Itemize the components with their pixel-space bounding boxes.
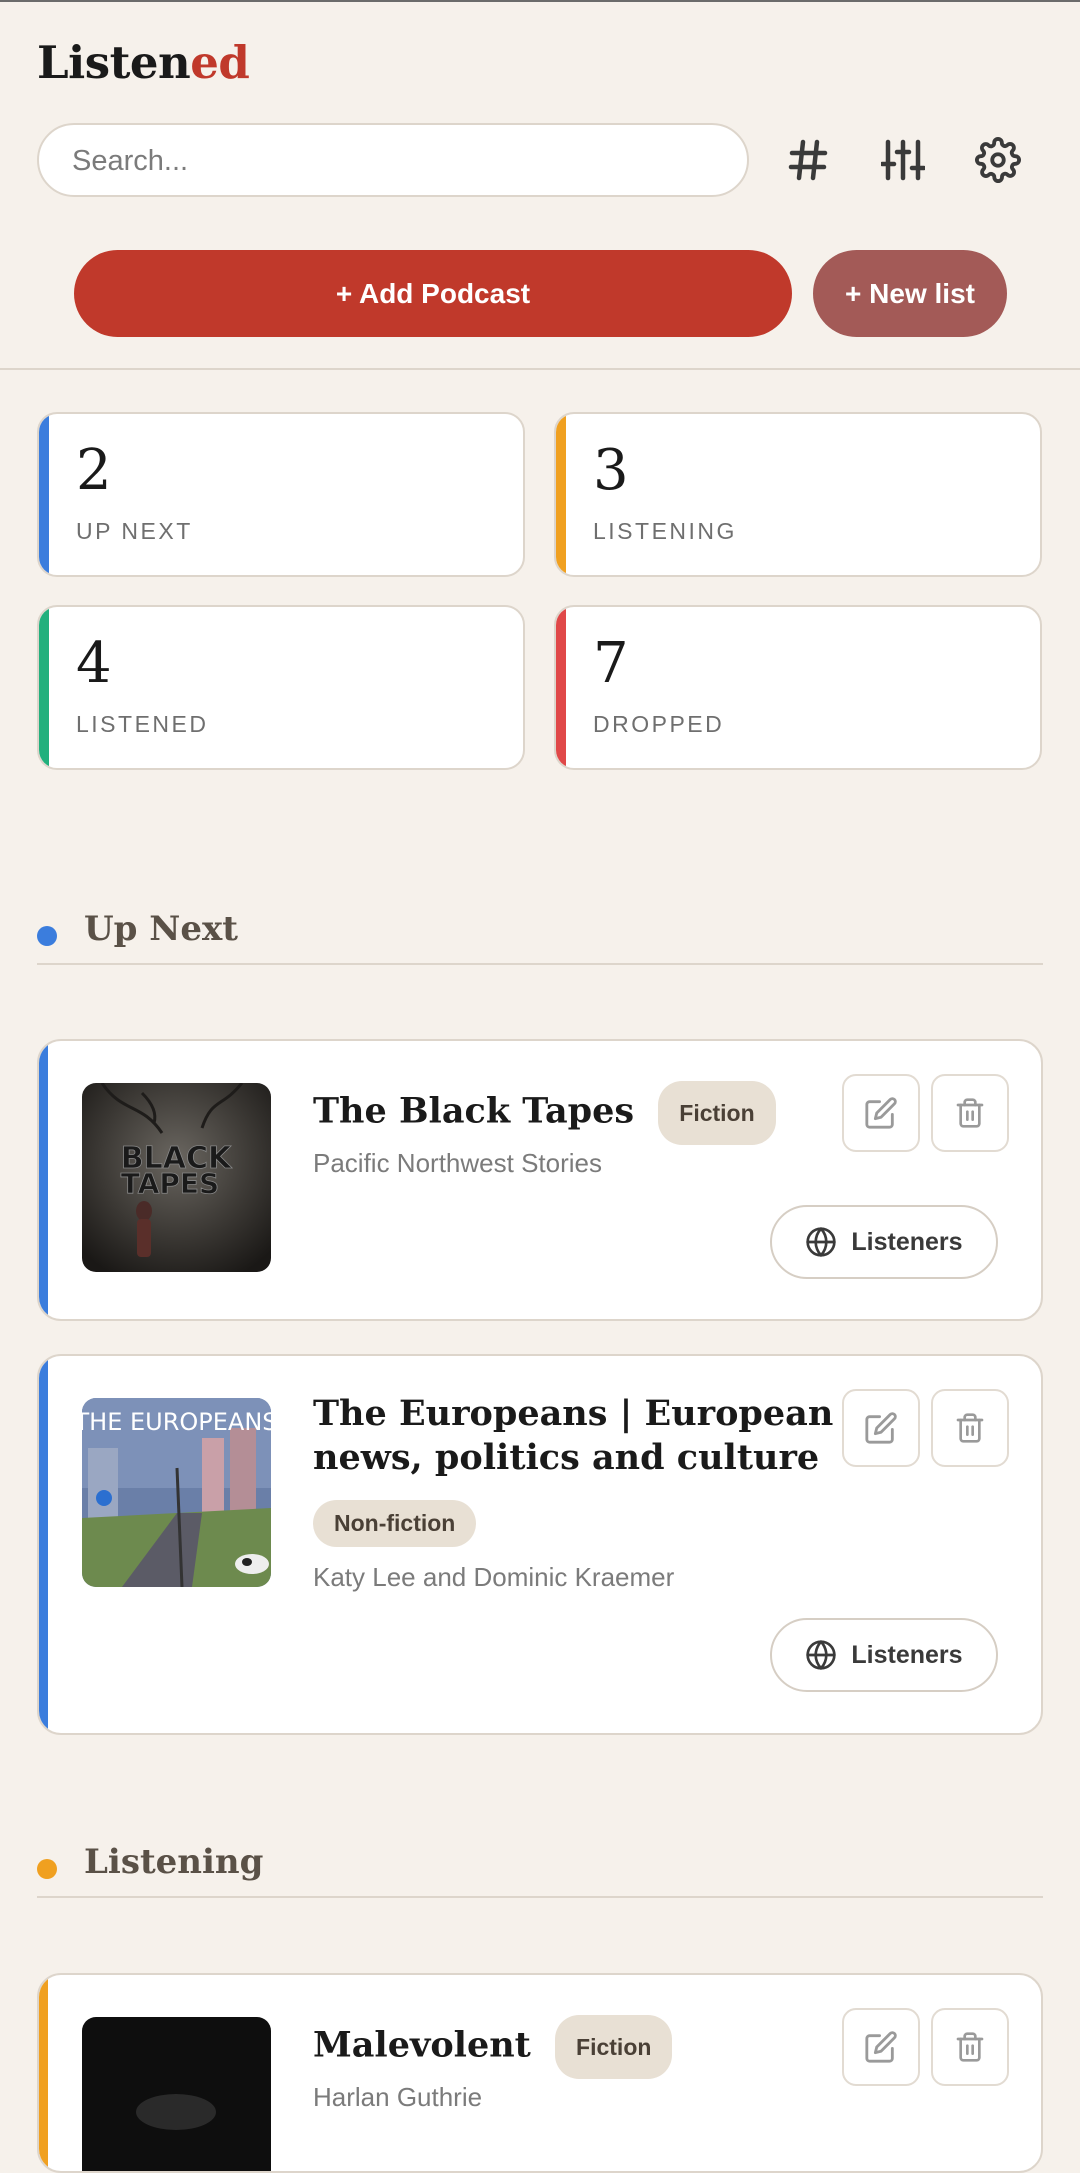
- section-header-up-next: Up Next: [37, 903, 1043, 965]
- section-title: Listening: [84, 1842, 264, 1882]
- listeners-button[interactable]: Listeners: [770, 1205, 998, 1279]
- search-input[interactable]: [70, 125, 734, 197]
- filter-button[interactable]: [873, 130, 933, 190]
- delete-button[interactable]: [931, 1389, 1009, 1467]
- stat-accent-bar: [556, 607, 566, 768]
- stat-card-dropped[interactable]: 7 DROPPED: [554, 605, 1042, 770]
- podcast-card[interactable]: THE EUROPEANS The Europeans | European n…: [37, 1354, 1043, 1735]
- podcast-title[interactable]: The Europeans | European news, politics …: [313, 1392, 833, 1480]
- stat-label: DROPPED: [593, 711, 725, 737]
- stat-accent-bar: [39, 414, 49, 575]
- tags-button[interactable]: [778, 130, 838, 190]
- globe-icon: [806, 1227, 837, 1257]
- trash-icon: [956, 1098, 984, 1128]
- tag-row: Non-fiction: [313, 1500, 477, 1547]
- listeners-label: Listeners: [851, 1227, 963, 1256]
- stat-accent-bar: [556, 414, 566, 575]
- edit-icon: [865, 1412, 897, 1444]
- delete-button[interactable]: [931, 2008, 1009, 2086]
- header: Listened + Add Podcast + New list: [0, 0, 1080, 370]
- podcast-author: Pacific Northwest Stories: [313, 1148, 602, 1178]
- edit-icon: [865, 1097, 897, 1129]
- cover-text: TAPES: [121, 1167, 219, 1200]
- edit-icon: [865, 2031, 897, 2063]
- card-accent-bar: [39, 1975, 48, 2171]
- search-box: [37, 123, 749, 197]
- settings-button[interactable]: [968, 130, 1028, 190]
- globe-icon: [806, 1640, 837, 1670]
- stat-value: 4: [76, 631, 112, 696]
- stat-card-listening[interactable]: 3 LISTENING: [554, 412, 1042, 577]
- podcast-title-line: The Europeans | European: [313, 1393, 834, 1434]
- add-podcast-button[interactable]: + Add Podcast: [74, 250, 792, 337]
- stat-card-up-next[interactable]: 2 UP NEXT: [37, 412, 525, 577]
- podcast-card[interactable]: BLACK TAPES The Black Tapes Fiction Paci…: [37, 1039, 1043, 1321]
- section-title: Up Next: [84, 909, 238, 949]
- podcast-title[interactable]: The Black Tapes: [313, 1091, 634, 1132]
- new-list-button[interactable]: + New list: [813, 250, 1007, 337]
- section-dot: [37, 926, 57, 946]
- cover-text: THE EUROPEANS: [82, 1408, 271, 1436]
- podcast-card[interactable]: Malevolent Fiction Harlan Guthrie: [37, 1973, 1043, 2173]
- stat-label: LISTENING: [593, 518, 737, 544]
- stat-value: 2: [76, 438, 112, 503]
- podcast-title[interactable]: Malevolent: [313, 2025, 531, 2066]
- delete-button[interactable]: [931, 1074, 1009, 1152]
- trash-icon: [956, 2032, 984, 2062]
- podcast-cover: [82, 2017, 271, 2171]
- stat-value: 7: [593, 631, 629, 696]
- hash-icon: [788, 139, 828, 181]
- edit-button[interactable]: [842, 1389, 920, 1467]
- stat-card-listened[interactable]: 4 LISTENED: [37, 605, 525, 770]
- edit-button[interactable]: [842, 1074, 920, 1152]
- section-dot: [37, 1859, 57, 1879]
- gear-icon: [975, 137, 1021, 183]
- logo-accent: ed: [190, 36, 250, 89]
- stat-label: UP NEXT: [76, 518, 193, 544]
- logo-main: Listen: [37, 36, 191, 89]
- stat-label: LISTENED: [76, 711, 209, 737]
- podcast-title-line: news, politics and culture: [313, 1437, 820, 1478]
- podcast-author: Harlan Guthrie: [313, 2082, 483, 2112]
- podcast-author: Katy Lee and Dominic Kraemer: [313, 1562, 675, 1592]
- stat-value: 3: [593, 438, 629, 503]
- edit-button[interactable]: [842, 2008, 920, 2086]
- card-accent-bar: [39, 1041, 48, 1319]
- podcast-title-row: Malevolent Fiction: [313, 2015, 673, 2079]
- genre-tag: Fiction: [555, 2015, 673, 2079]
- listeners-button[interactable]: Listeners: [770, 1618, 998, 1692]
- listeners-label: Listeners: [851, 1640, 963, 1669]
- podcast-cover: BLACK TAPES: [82, 1083, 271, 1272]
- app-logo[interactable]: Listened: [37, 36, 250, 89]
- genre-tag: Non-fiction: [313, 1500, 477, 1547]
- sliders-icon: [881, 139, 925, 181]
- stat-accent-bar: [39, 607, 49, 768]
- card-accent-bar: [39, 1356, 48, 1733]
- section-header-listening: Listening: [37, 1836, 1043, 1898]
- podcast-title-row: The Black Tapes Fiction: [313, 1081, 776, 1145]
- trash-icon: [956, 1413, 984, 1443]
- podcast-cover: THE EUROPEANS: [82, 1398, 271, 1587]
- genre-tag: Fiction: [658, 1081, 776, 1145]
